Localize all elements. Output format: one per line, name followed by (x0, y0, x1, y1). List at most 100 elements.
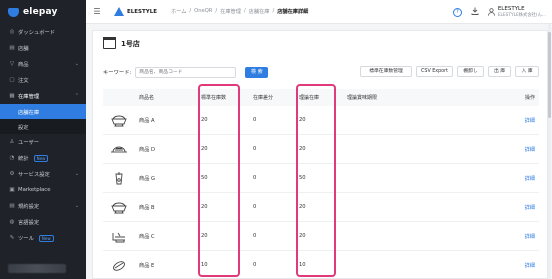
standard-stock-value: 10 (201, 262, 208, 268)
detail-link[interactable]: 詳細 (511, 117, 539, 124)
menu-toggle-icon[interactable]: ☰ (86, 7, 108, 16)
sidebar-item-7[interactable]: ✎ ツール New (0, 230, 86, 246)
chevron-down-icon: ⌄ (74, 203, 79, 209)
brand-name: ELESTYLE (127, 8, 157, 15)
user-icon (487, 8, 495, 16)
stock-diff-value: 0 (253, 175, 257, 181)
breadcrumb: ホーム / OneQR / 在庫管理 / 店舗在庫 / 店舗在庫詳細 (171, 8, 308, 15)
tool-icon: ✎ (9, 235, 15, 241)
sushi-icon (103, 258, 135, 272)
sidebar-item-2[interactable]: ◔ 統計 New (0, 150, 86, 166)
table-header: 商品名 標準在庫数 在庫差分 理論在庫 理論賞味期限 操作 (103, 89, 539, 106)
page-scrollbar[interactable] (548, 24, 551, 279)
app-logo[interactable]: elepay (0, 0, 86, 24)
detail-link[interactable]: 詳細 (511, 262, 539, 269)
sidebar-item-label: ユーザー (18, 140, 40, 146)
col-header-operation: 操作 (524, 95, 535, 101)
sidebar-item-label: ツール (18, 236, 34, 242)
download-icon[interactable] (471, 7, 479, 17)
sidebar-item-2[interactable]: ▤ 店舗 (0, 40, 86, 56)
outbound-button[interactable]: 出 庫 (488, 66, 511, 77)
stock-diff-value: 0 (253, 146, 257, 152)
product-name: 商品 A (139, 117, 155, 124)
bowl-icon (103, 113, 135, 127)
stock-diff-value: 0 (253, 262, 257, 268)
detail-link[interactable]: 詳細 (511, 233, 539, 240)
theoretical-stock-value: 50 (299, 175, 306, 181)
sidebar-subitem-1[interactable]: 店舗在庫 (0, 104, 86, 119)
inventory-table: 商品名 標準在庫数 在庫差分 理論在庫 理論賞味期限 操作 商品 A 20 0 20 詳… (103, 89, 539, 279)
breadcrumb-link[interactable]: 在庫管理 (220, 8, 241, 15)
sidebar-item-4[interactable]: ▢ 注文 (0, 72, 86, 88)
chevron-down-icon: ⌄ (74, 61, 79, 67)
user-menu[interactable]: ELESTYLE ELESTYLE株式会社(ん... (487, 6, 546, 18)
keyword-label: キーワード: (103, 70, 132, 76)
sidebar-item-1[interactable]: ♙ ユーザー (0, 134, 86, 150)
table-row: 商品 G 50 0 50 詳細 (103, 164, 539, 193)
detail-link[interactable]: 詳細 (511, 204, 539, 211)
standard-stock-manage-button[interactable]: 標準在庫数管理 (360, 66, 412, 77)
keyword-input[interactable] (135, 66, 237, 78)
grill-icon (103, 229, 135, 243)
col-header-standard-stock: 標準在庫数 (201, 95, 227, 101)
sidebar-item-label: 規約設定 (18, 204, 40, 210)
sidebar-item-label: 店舗 (18, 46, 29, 52)
logo-mark-icon (8, 7, 19, 17)
theoretical-stock-value: 10 (299, 262, 306, 268)
detail-link[interactable]: 詳細 (511, 146, 539, 153)
product-name: 商品 B (139, 204, 155, 211)
standard-stock-value: 20 (201, 233, 208, 239)
sidebar-item-label: ダッシュボード (18, 30, 56, 36)
sidebar: elepay ◎ ダッシュボード ▤ 店舗 ▽ 商品 ⌄ ▢ 注文 ▦ 在庫管理 ⌃ 店舗在庫 設定 ♙… (0, 0, 86, 279)
detail-link[interactable]: 詳細 (511, 175, 539, 182)
search-button[interactable]: 検 索 (245, 66, 269, 78)
sidebar-item-5[interactable]: ▤ 規約設定 ⌄ (0, 198, 86, 214)
breadcrumb-separator: / (243, 8, 246, 14)
theoretical-stock-value: 20 (299, 146, 306, 152)
new-badge: New (33, 154, 49, 162)
header-brand[interactable]: ELESTYLE (114, 7, 157, 16)
theoretical-stock-value: 20 (299, 204, 306, 210)
col-header-theoretical-expiry: 理論賞味期限 (347, 95, 378, 101)
standard-stock-value: 20 (201, 146, 208, 152)
table-row: 商品 E 10 0 10 詳細 (103, 251, 539, 279)
sidebar-item-5[interactable]: ▦ 在庫管理 ⌃ (0, 88, 86, 104)
breadcrumb-link[interactable]: ホーム (171, 8, 186, 15)
bowl-icon (103, 200, 135, 214)
sidebar-item-3[interactable]: ▽ 商品 ⌄ (0, 56, 86, 72)
product-name: 商品 G (139, 175, 156, 182)
breadcrumb-separator: / (272, 8, 275, 14)
col-header-theoretical-stock: 理論在庫 (299, 95, 320, 101)
sidebar-item-3[interactable]: ⚙ サービス設定 ⌄ (0, 166, 86, 182)
sidebar-item-1[interactable]: ◎ ダッシュボード (0, 24, 86, 40)
col-header-name: 商品名 (139, 95, 155, 101)
store-name: 1号店 (121, 40, 140, 48)
product-name: 商品 C (139, 233, 155, 240)
stock-diff-value: 0 (253, 233, 257, 239)
stocktake-button[interactable]: 棚卸し (457, 66, 484, 77)
store-inventory-card: 1号店 キーワード: 検 索 標準在庫数管理 CSV Export 棚卸し出 庫入 … (92, 30, 548, 279)
help-icon[interactable]: ? (452, 7, 462, 17)
inbound-button[interactable]: 入 庫 (515, 66, 539, 77)
theoretical-stock-value: 20 (299, 117, 306, 123)
breadcrumb-separator: / (215, 8, 218, 14)
chevron-up-icon: ⌃ (74, 93, 79, 99)
table-row: 商品 B 20 0 20 詳細 (103, 193, 539, 222)
sidebar-subitem-2[interactable]: 設定 (0, 119, 86, 134)
order-icon: ▢ (9, 77, 15, 83)
blurred-account-info (8, 264, 66, 273)
sidebar-item-label: 注文 (18, 78, 29, 84)
store-icon: ▤ (9, 45, 15, 51)
table-row: 商品 A 20 0 20 詳細 (103, 106, 539, 135)
col-header-stock-diff: 在庫差分 (253, 95, 274, 101)
breadcrumb-link[interactable]: OneQR (194, 8, 212, 15)
csv-export-button[interactable]: CSV Export (416, 66, 453, 77)
scrollbar-thumb[interactable] (548, 32, 551, 118)
service-settings-icon: ⚙ (9, 171, 15, 177)
sidebar-item-4[interactable]: ▣ Marketplace (0, 182, 86, 198)
dish-icon (103, 142, 135, 156)
sidebar-item-label: 言語設定 (18, 220, 40, 226)
sidebar-item-6[interactable]: ◍ 言語設定 (0, 214, 86, 230)
chevron-down-icon: ⌄ (74, 171, 79, 177)
breadcrumb-link[interactable]: 店舗在庫 (249, 8, 270, 15)
